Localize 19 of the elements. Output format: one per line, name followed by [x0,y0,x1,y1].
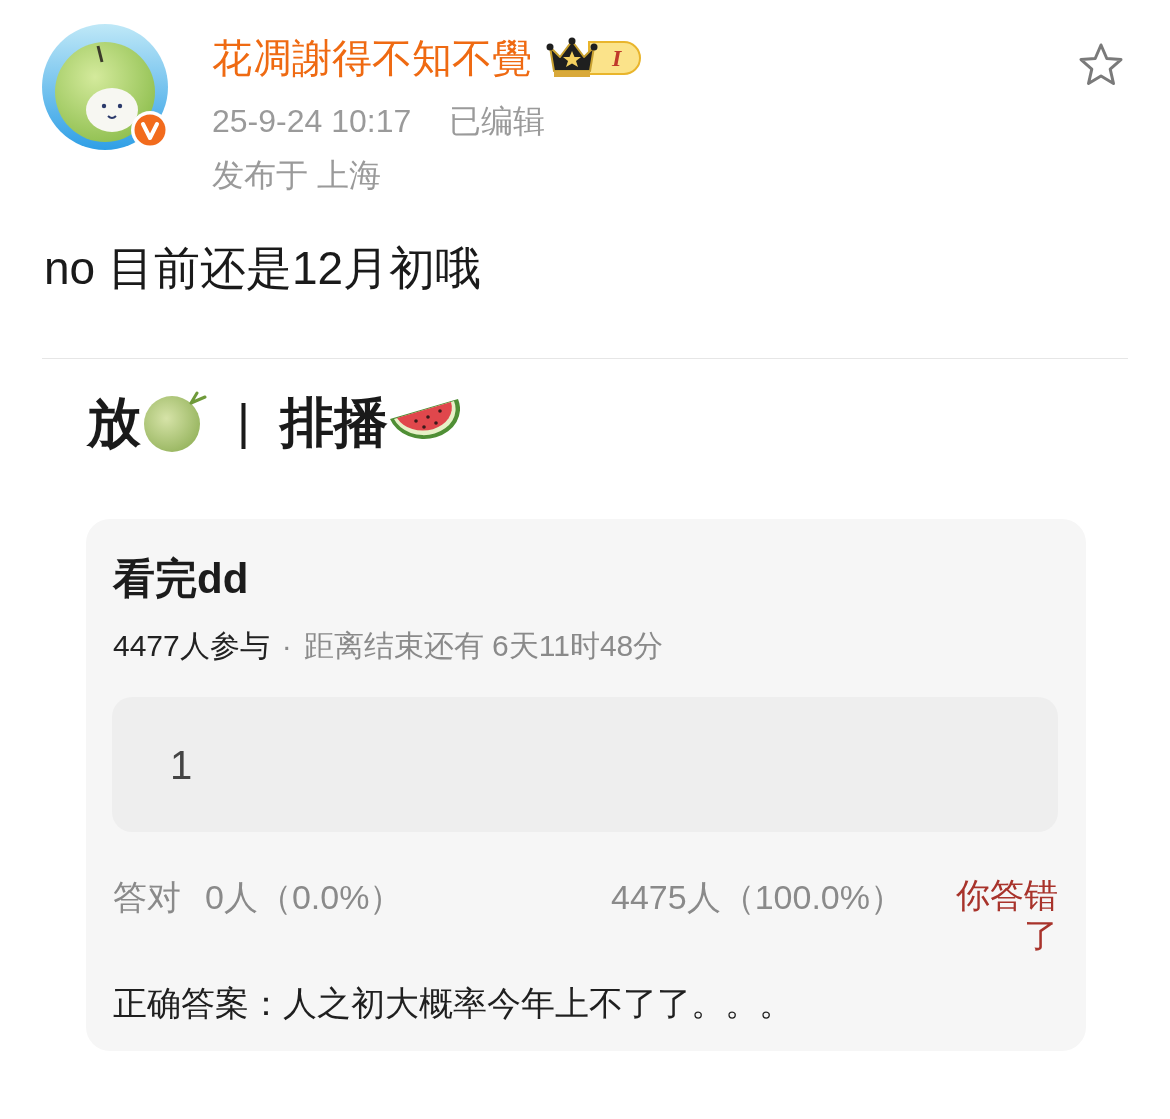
star-icon[interactable] [1078,42,1124,88]
separator-text: | [237,393,250,452]
poll-title: 看完dd [113,555,249,602]
heading-text: 排播 [280,391,388,454]
wrong-count: 4475人（100.0%） [611,877,904,918]
timestamp: 25-9-24 10:17 [212,102,412,141]
participant-count: 4477人参与 [113,628,270,664]
heading-text: 放 [87,391,141,454]
correct-answer-text: 正确答案：人之初大概率今年上不了了。。。 [113,984,793,1022]
wrong-answer-label: 你答错了 [955,875,1058,955]
time-remaining: 距离结束还有 6天11时48分 [303,628,664,664]
dot-separator: · [281,628,292,664]
poll-option[interactable]: 1 [112,697,1058,832]
location-label: 发布于 上海 [212,156,381,195]
melon-icon [141,391,207,453]
edited-label: 已编辑 [449,102,546,141]
result-label: 答对 [113,877,181,918]
post-text: no 目前还是12月初哦 [44,242,482,294]
correct-count: 0人（0.0%） [205,877,404,918]
